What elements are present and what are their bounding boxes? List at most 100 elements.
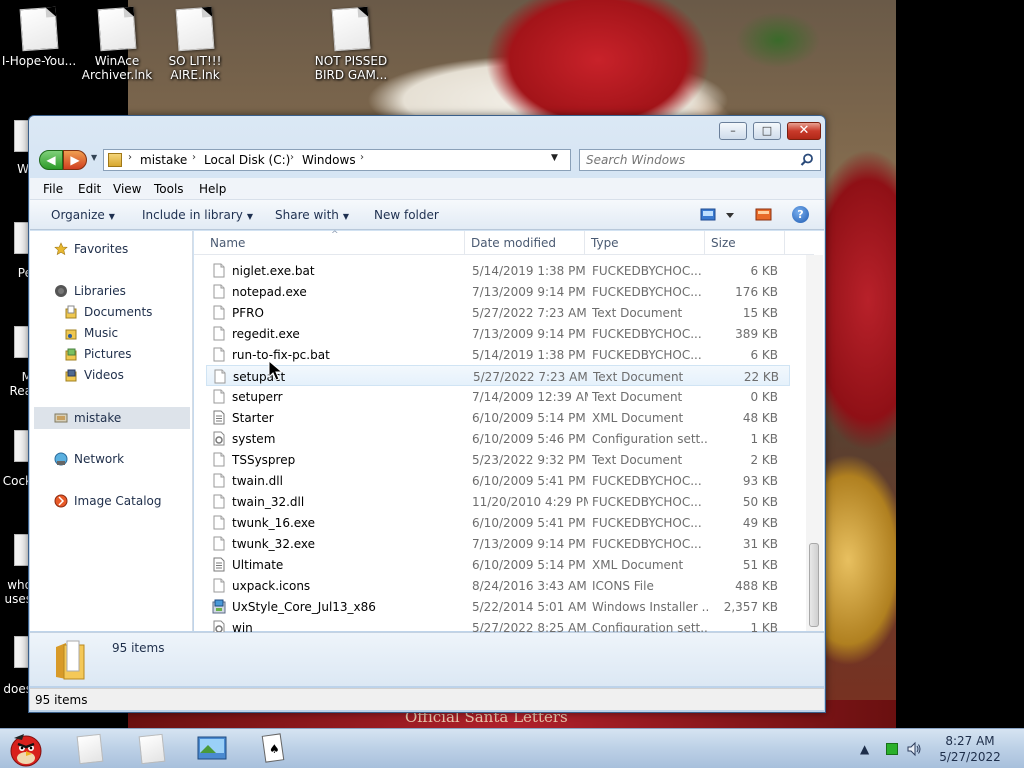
file-type: Text Document bbox=[592, 390, 683, 404]
search-input[interactable] bbox=[586, 152, 786, 168]
table-row[interactable]: Ultimate 6/10/2009 5:14 PM XML Document 51 … bbox=[206, 554, 790, 575]
address-bar[interactable]: › mistake › Local Disk (C:) › Windows › … bbox=[103, 149, 636, 171]
column-divider[interactable] bbox=[704, 231, 705, 255]
nav-item-image-catalog[interactable]: Image Catalog bbox=[34, 491, 190, 511]
menu-view[interactable]: View bbox=[113, 182, 141, 196]
close-button[interactable]: ✕ bbox=[787, 122, 821, 140]
scrollbar-thumb[interactable] bbox=[809, 543, 819, 627]
file-type: FUCKEDBYCHOC... bbox=[592, 516, 702, 530]
menu-tools[interactable]: Tools bbox=[154, 182, 184, 196]
table-row[interactable]: niglet.exe.bat 5/14/2019 1:38 PM FUCKEDBYC… bbox=[206, 260, 790, 281]
share-with-label: Share with bbox=[275, 208, 339, 222]
menu-file[interactable]: File bbox=[43, 182, 63, 196]
nav-item-music[interactable]: Music bbox=[34, 323, 190, 343]
file-date-modified: 6/10/2009 5:41 PM bbox=[472, 474, 586, 488]
taskbar-solitaire-button[interactable]: ♠ bbox=[250, 733, 298, 765]
network-status-icon[interactable] bbox=[886, 743, 898, 755]
table-row[interactable]: UxStyle_Core_Jul13_x86 5/22/2014 5:01 AM W… bbox=[206, 596, 790, 617]
svg-text:♠: ♠ bbox=[269, 742, 280, 756]
table-row[interactable]: twunk_32.exe 7/13/2009 9:14 PM FUCKEDBYCHO… bbox=[206, 533, 790, 554]
chevron-right-icon[interactable]: › bbox=[192, 152, 196, 163]
column-header-size[interactable]: Size bbox=[711, 236, 736, 250]
help-icon[interactable]: ? bbox=[792, 206, 809, 223]
desktop-icon[interactable]: SO LIT!!! AIRE.lnk bbox=[150, 6, 240, 82]
file-date-modified: 7/13/2009 9:14 PM bbox=[472, 285, 586, 299]
breadcrumb-local-disk[interactable]: Local Disk (C:) bbox=[204, 153, 290, 167]
table-row[interactable]: PFRO 5/27/2022 7:23 AM Text Document 15 KB bbox=[206, 302, 790, 323]
nav-item-favorites[interactable]: Favorites bbox=[34, 239, 190, 259]
column-header-date[interactable]: Date modified bbox=[471, 236, 556, 250]
nav-item-network[interactable]: Network bbox=[34, 449, 190, 469]
maximize-button[interactable]: □ bbox=[753, 122, 781, 140]
column-divider[interactable] bbox=[784, 231, 785, 255]
column-divider[interactable] bbox=[584, 231, 585, 255]
navigation-pane: Favorites Libraries Documents Music Pict… bbox=[30, 231, 193, 631]
share-with-button[interactable]: Share with ▼ bbox=[275, 208, 349, 222]
forward-button[interactable]: ▶ bbox=[63, 150, 87, 170]
table-row[interactable]: regedit.exe 7/13/2009 9:14 PM FUCKEDBYCHOC… bbox=[206, 323, 790, 344]
file-size: 6 KB bbox=[750, 264, 778, 278]
taskbar-document-button[interactable] bbox=[126, 733, 174, 765]
document-icon bbox=[76, 733, 104, 765]
vertical-scrollbar[interactable] bbox=[806, 255, 823, 631]
file-size: 48 KB bbox=[742, 411, 778, 425]
table-row[interactable]: twain_32.dll 11/20/2010 4:29 PM FUCKEDBYCH… bbox=[206, 491, 790, 512]
include-in-library-button[interactable]: Include in library ▼ bbox=[142, 208, 253, 222]
file-icon bbox=[213, 515, 225, 530]
taskbar-document-button[interactable] bbox=[64, 733, 112, 765]
nav-item-libraries[interactable]: Libraries bbox=[34, 281, 190, 301]
chevron-right-icon[interactable]: › bbox=[128, 152, 132, 163]
file-size: 93 KB bbox=[742, 474, 778, 488]
column-divider[interactable] bbox=[464, 231, 465, 255]
nav-item-documents[interactable]: Documents bbox=[34, 302, 190, 322]
file-list: ^ Name Date modified Type Size niglet.ex… bbox=[194, 230, 824, 635]
search-icon[interactable] bbox=[800, 153, 814, 167]
column-header-name[interactable]: Name bbox=[210, 236, 245, 250]
change-view-icon[interactable] bbox=[700, 207, 740, 223]
file-type: FUCKEDBYCHOC... bbox=[592, 285, 702, 299]
minimize-button[interactable]: – bbox=[719, 122, 747, 140]
column-header-type[interactable]: Type bbox=[591, 236, 619, 250]
menu-edit[interactable]: Edit bbox=[78, 182, 101, 196]
table-row[interactable]: twain.dll 6/10/2009 5:41 PM FUCKEDBYCHOC..… bbox=[206, 470, 790, 491]
file-icon bbox=[213, 305, 225, 320]
table-row[interactable]: TSSysprep 5/23/2022 9:32 PM Text Document 2… bbox=[206, 449, 790, 470]
table-row[interactable]: system 6/10/2009 5:46 PM Configuration set… bbox=[206, 428, 790, 449]
desktop-icon-label: WinAce Archiver.lnk bbox=[81, 54, 153, 82]
table-row[interactable]: setupact 5/27/2022 7:23 AM Text Document 22… bbox=[206, 365, 790, 386]
recent-pages-button[interactable]: ▼ bbox=[91, 153, 97, 162]
file-date-modified: 6/10/2009 5:14 PM bbox=[472, 558, 586, 572]
nav-item-mistake[interactable]: mistake bbox=[34, 407, 190, 429]
file-size: 31 KB bbox=[742, 537, 778, 551]
chevron-right-icon[interactable]: › bbox=[290, 152, 294, 163]
new-folder-button[interactable]: New folder bbox=[374, 208, 439, 222]
start-button[interactable] bbox=[4, 730, 48, 768]
title-bar[interactable]: – □ ✕ bbox=[29, 116, 825, 146]
file-icon bbox=[213, 578, 225, 593]
taskbar-image-viewer-button[interactable] bbox=[188, 733, 236, 765]
nav-item-pictures[interactable]: Pictures bbox=[34, 344, 190, 364]
chevron-down-icon[interactable]: ▼ bbox=[551, 153, 558, 163]
preview-pane-icon[interactable] bbox=[754, 207, 774, 223]
volume-icon[interactable] bbox=[906, 741, 922, 757]
table-row[interactable]: Starter 6/10/2009 5:14 PM XML Document 48 K… bbox=[206, 407, 790, 428]
table-row[interactable]: uxpack.icons 8/24/2016 3:43 AM ICONS File 4… bbox=[206, 575, 790, 596]
menu-help[interactable]: Help bbox=[199, 182, 226, 196]
table-row[interactable]: notepad.exe 7/13/2009 9:14 PM FUCKEDBYCHOC… bbox=[206, 281, 790, 302]
breadcrumb-windows[interactable]: Windows bbox=[302, 153, 356, 167]
show-hidden-icons-icon[interactable]: ▲ bbox=[860, 742, 869, 756]
organize-button[interactable]: Organize ▼ bbox=[51, 208, 115, 222]
desktop-icon[interactable]: NOT PISSED BIRD GAM... bbox=[306, 6, 396, 82]
search-box[interactable] bbox=[579, 149, 821, 171]
table-row[interactable]: setuperr 7/14/2009 12:39 AM Text Document 0… bbox=[206, 386, 790, 407]
xml-file-icon bbox=[213, 410, 225, 425]
table-row[interactable]: run-to-fix-pc.bat 5/14/2019 1:38 PM FUCKED… bbox=[206, 344, 790, 365]
chevron-right-icon[interactable]: › bbox=[360, 152, 364, 163]
table-row[interactable]: twunk_16.exe 6/10/2009 5:41 PM FUCKEDBYCHO… bbox=[206, 512, 790, 533]
breadcrumb-mistake[interactable]: mistake bbox=[140, 153, 187, 167]
system-clock[interactable]: 8:27 AM 5/27/2022 bbox=[930, 733, 1010, 765]
nav-item-videos[interactable]: Videos bbox=[34, 365, 190, 385]
desktop-icon[interactable]: WinAce Archiver.lnk bbox=[72, 6, 162, 82]
back-button[interactable]: ◀ bbox=[39, 150, 63, 170]
file-date-modified: 5/14/2019 1:38 PM bbox=[472, 264, 586, 278]
